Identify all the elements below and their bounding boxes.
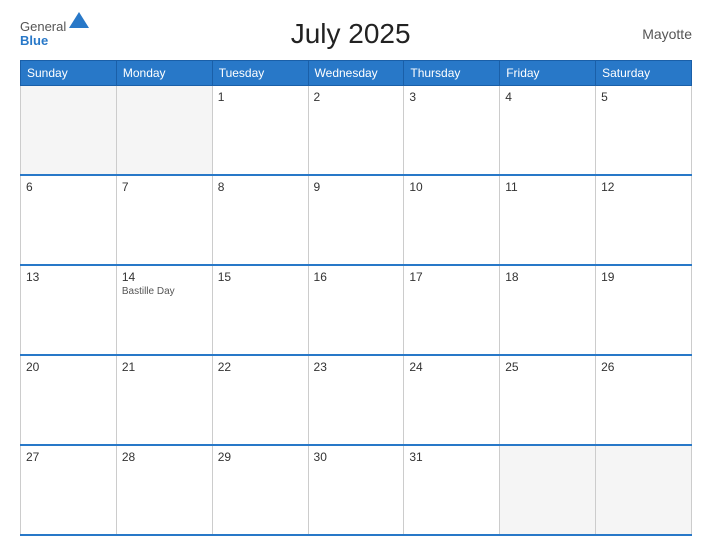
calendar-cell: 2 bbox=[308, 86, 404, 176]
region-label: Mayotte bbox=[612, 26, 692, 42]
calendar-cell: 11 bbox=[500, 175, 596, 265]
calendar-cell: 29 bbox=[212, 445, 308, 535]
calendar-cell bbox=[116, 86, 212, 176]
day-number: 5 bbox=[601, 90, 686, 104]
calendar-cell: 22 bbox=[212, 355, 308, 445]
day-number: 21 bbox=[122, 360, 207, 374]
calendar-cell: 8 bbox=[212, 175, 308, 265]
day-number: 14 bbox=[122, 270, 207, 284]
day-number: 23 bbox=[314, 360, 399, 374]
calendar-cell: 30 bbox=[308, 445, 404, 535]
calendar-cell: 25 bbox=[500, 355, 596, 445]
col-saturday: Saturday bbox=[596, 61, 692, 86]
calendar-cell: 18 bbox=[500, 265, 596, 355]
day-number: 16 bbox=[314, 270, 399, 284]
header: General Blue July 2025 Mayotte bbox=[20, 18, 692, 50]
day-number: 31 bbox=[409, 450, 494, 464]
col-tuesday: Tuesday bbox=[212, 61, 308, 86]
day-number: 6 bbox=[26, 180, 111, 194]
logo: General Blue bbox=[20, 20, 89, 49]
day-number: 4 bbox=[505, 90, 590, 104]
logo-general: General bbox=[20, 20, 66, 34]
day-number: 9 bbox=[314, 180, 399, 194]
day-number: 26 bbox=[601, 360, 686, 374]
logo-triangle-icon bbox=[69, 12, 89, 28]
calendar-cell bbox=[596, 445, 692, 535]
day-number: 19 bbox=[601, 270, 686, 284]
logo-blue: Blue bbox=[20, 34, 66, 48]
calendar-week-row: 27 28 29 30 31 bbox=[21, 445, 692, 535]
col-sunday: Sunday bbox=[21, 61, 117, 86]
calendar-cell: 19 bbox=[596, 265, 692, 355]
calendar-cell: 20 bbox=[21, 355, 117, 445]
logo-text: General Blue bbox=[20, 20, 66, 49]
calendar-week-row: 20 21 22 23 24 25 26 bbox=[21, 355, 692, 445]
day-number: 8 bbox=[218, 180, 303, 194]
calendar-cell: 4 bbox=[500, 86, 596, 176]
calendar-cell: 26 bbox=[596, 355, 692, 445]
day-number: 12 bbox=[601, 180, 686, 194]
calendar-cell: 28 bbox=[116, 445, 212, 535]
calendar-cell: 3 bbox=[404, 86, 500, 176]
day-number: 24 bbox=[409, 360, 494, 374]
day-number: 3 bbox=[409, 90, 494, 104]
calendar-cell: 10 bbox=[404, 175, 500, 265]
day-number: 7 bbox=[122, 180, 207, 194]
calendar-cell: 21 bbox=[116, 355, 212, 445]
calendar-cell: 13 bbox=[21, 265, 117, 355]
weekday-header-row: Sunday Monday Tuesday Wednesday Thursday… bbox=[21, 61, 692, 86]
day-number: 28 bbox=[122, 450, 207, 464]
col-wednesday: Wednesday bbox=[308, 61, 404, 86]
day-number: 18 bbox=[505, 270, 590, 284]
day-number: 25 bbox=[505, 360, 590, 374]
calendar-cell: 23 bbox=[308, 355, 404, 445]
holiday-label: Bastille Day bbox=[122, 286, 207, 297]
day-number: 15 bbox=[218, 270, 303, 284]
col-friday: Friday bbox=[500, 61, 596, 86]
day-number: 1 bbox=[218, 90, 303, 104]
day-number: 27 bbox=[26, 450, 111, 464]
col-monday: Monday bbox=[116, 61, 212, 86]
day-number: 11 bbox=[505, 180, 590, 194]
calendar-cell: 6 bbox=[21, 175, 117, 265]
calendar-week-row: 6789 10 11 12 bbox=[21, 175, 692, 265]
day-number: 17 bbox=[409, 270, 494, 284]
calendar-cell: 7 bbox=[116, 175, 212, 265]
calendar-cell: 31 bbox=[404, 445, 500, 535]
day-number: 29 bbox=[218, 450, 303, 464]
calendar-cell: 12 bbox=[596, 175, 692, 265]
calendar-week-row: 13 14 Bastille Day 15 16 17 18 19 bbox=[21, 265, 692, 355]
day-number: 13 bbox=[26, 270, 111, 284]
day-number: 30 bbox=[314, 450, 399, 464]
day-number: 10 bbox=[409, 180, 494, 194]
calendar-cell: 17 bbox=[404, 265, 500, 355]
calendar-cell: 24 bbox=[404, 355, 500, 445]
calendar-cell: 1 bbox=[212, 86, 308, 176]
col-thursday: Thursday bbox=[404, 61, 500, 86]
calendar-cell: 9 bbox=[308, 175, 404, 265]
day-number: 20 bbox=[26, 360, 111, 374]
calendar-title: July 2025 bbox=[89, 18, 612, 50]
calendar-cell: 27 bbox=[21, 445, 117, 535]
calendar-cell: 16 bbox=[308, 265, 404, 355]
day-number: 22 bbox=[218, 360, 303, 374]
calendar-week-row: 12345 bbox=[21, 86, 692, 176]
calendar-cell: 14 Bastille Day bbox=[116, 265, 212, 355]
calendar-cell bbox=[500, 445, 596, 535]
calendar-cell: 15 bbox=[212, 265, 308, 355]
day-number: 2 bbox=[314, 90, 399, 104]
page: General Blue July 2025 Mayotte Sunday Mo… bbox=[0, 0, 712, 550]
calendar-cell: 5 bbox=[596, 86, 692, 176]
calendar-table: Sunday Monday Tuesday Wednesday Thursday… bbox=[20, 60, 692, 536]
calendar-cell bbox=[21, 86, 117, 176]
